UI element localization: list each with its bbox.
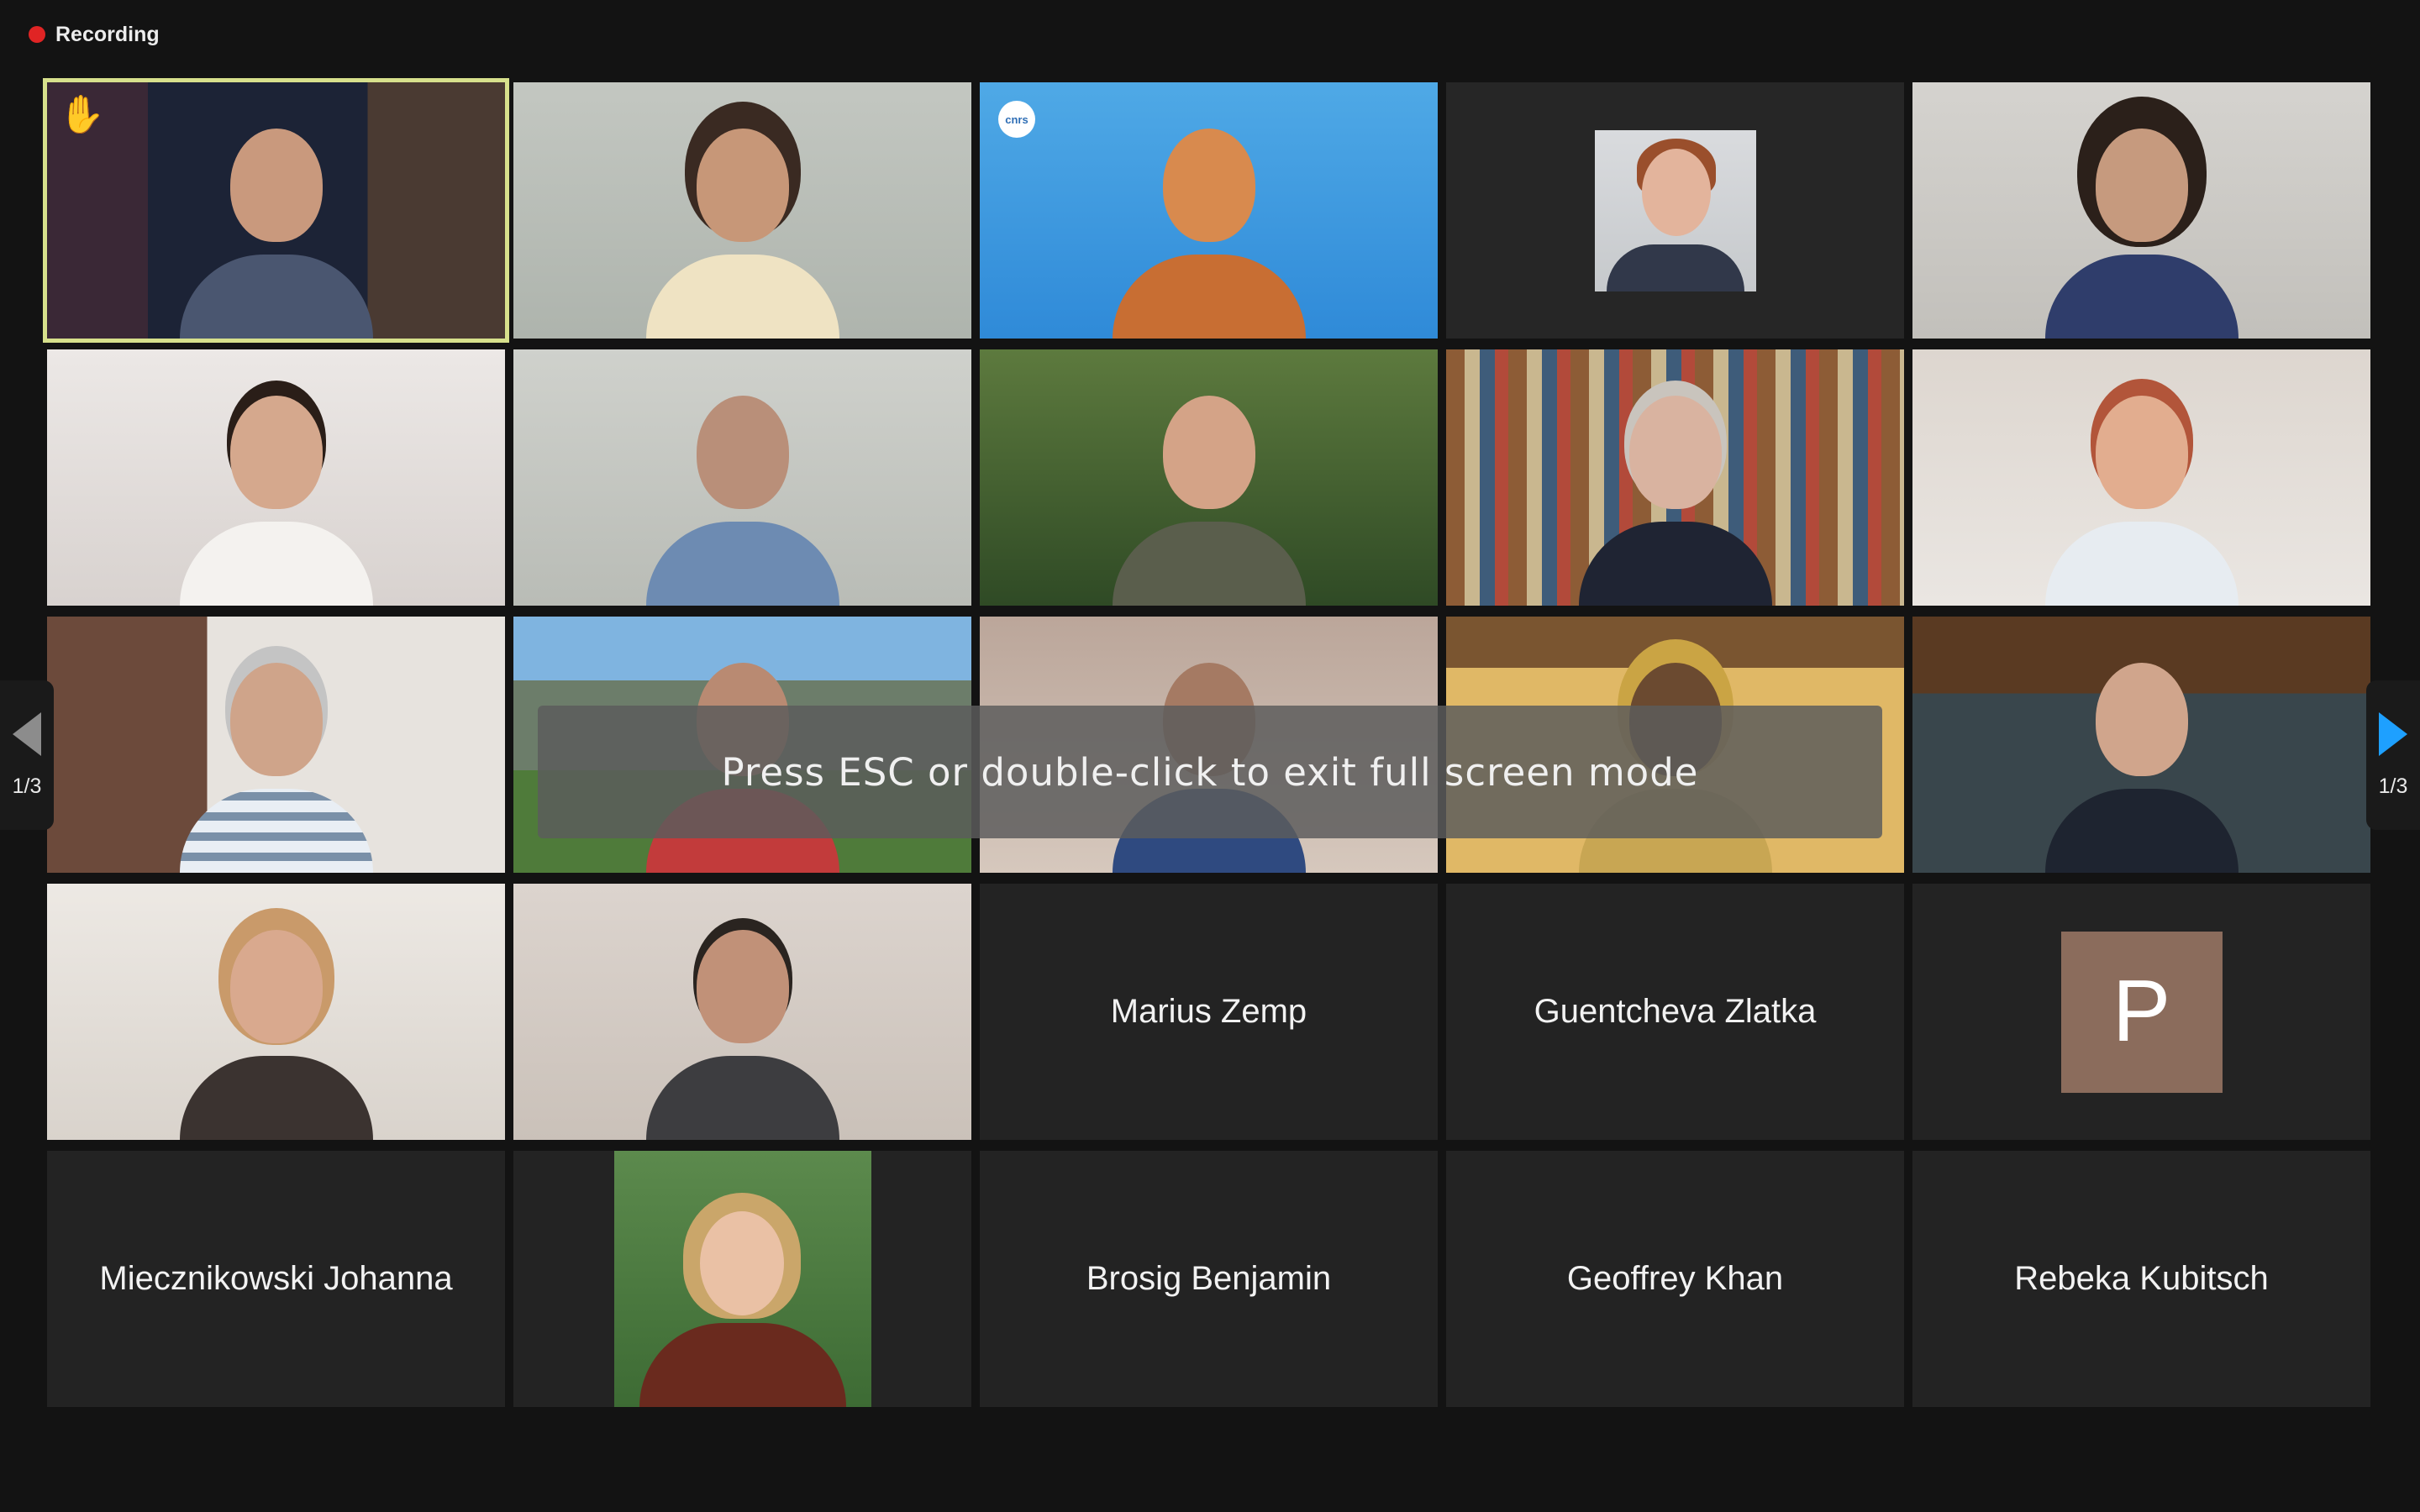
avatar-initial: P	[2112, 963, 2171, 1060]
participant-video-tile[interactable]	[47, 617, 505, 873]
next-page-button[interactable]: 1/3	[2366, 680, 2420, 830]
fullscreen-exit-notice: Press ESC or double-click to exit full s…	[538, 706, 1882, 838]
participant-video	[645, 103, 839, 339]
page-indicator: 1/3	[2378, 774, 2408, 798]
participant-video-tile[interactable]	[1446, 349, 1904, 606]
participant-video	[2044, 370, 2238, 606]
participant-name-tile[interactable]: Brosig Benjamin	[980, 1151, 1438, 1407]
participant-video-tile[interactable]	[980, 349, 1438, 606]
participant-video-tile[interactable]	[47, 349, 505, 606]
chevron-left-icon	[13, 711, 41, 756]
participant-video-tile[interactable]	[1912, 617, 2370, 873]
chevron-right-icon	[2379, 711, 2407, 756]
participant-video	[1112, 103, 1306, 339]
participant-name: Miecznikowski Johanna	[99, 1260, 453, 1297]
recording-indicator[interactable]: Recording	[29, 20, 160, 49]
participant-video	[179, 905, 373, 1140]
participant-video-tile[interactable]: cnrs	[980, 82, 1438, 339]
participant-name-tile[interactable]: Miecznikowski Johanna	[47, 1151, 505, 1407]
participant-video-tile[interactable]	[1912, 82, 2370, 339]
fullscreen-exit-text: Press ESC or double-click to exit full s…	[721, 749, 1699, 795]
participant-name-tile[interactable]: Geoffrey Khan	[1446, 1151, 1904, 1407]
participant-name-tile[interactable]: Marius Zemp	[980, 884, 1438, 1140]
participant-profile-photo	[613, 1151, 871, 1407]
participant-name-tile[interactable]: Rebeka Kubitsch	[1912, 1151, 2370, 1407]
participant-video	[645, 370, 839, 606]
participant-video-tile[interactable]	[47, 884, 505, 1140]
participant-video-tile[interactable]	[1912, 349, 2370, 606]
participant-name: Brosig Benjamin	[1086, 1260, 1332, 1297]
participant-video	[179, 370, 373, 606]
participant-photo-tile[interactable]	[1446, 82, 1904, 339]
participant-profile-photo	[1594, 129, 1756, 291]
cnrs-logo: cnrs	[998, 101, 1035, 138]
participant-name: Guentcheva Zlatka	[1534, 993, 1817, 1030]
participant-name-tile[interactable]: Guentcheva Zlatka	[1446, 884, 1904, 1140]
avatar: P	[2060, 931, 2223, 1093]
participant-name: Rebeka Kubitsch	[2014, 1260, 2269, 1297]
participant-video	[2044, 103, 2238, 339]
participant-video	[2044, 638, 2238, 873]
participant-photo-tile[interactable]	[513, 1151, 971, 1407]
raised-hand-icon: ✋	[59, 94, 105, 135]
page-indicator: 1/3	[12, 774, 42, 798]
record-dot-icon	[29, 26, 45, 43]
participant-video-tile[interactable]: ✋	[47, 82, 505, 339]
participant-avatar-tile[interactable]: P	[1912, 884, 2370, 1140]
participant-video	[179, 638, 373, 873]
participant-video	[1578, 370, 1772, 606]
participant-name: Geoffrey Khan	[1566, 1260, 1784, 1297]
recording-label: Recording	[55, 22, 160, 46]
participant-video-tile[interactable]	[513, 82, 971, 339]
participant-video	[645, 905, 839, 1140]
previous-page-button[interactable]: 1/3	[0, 680, 54, 830]
participant-video	[179, 103, 373, 339]
participant-video-tile[interactable]	[513, 884, 971, 1140]
participant-video	[1112, 370, 1306, 606]
participant-name: Marius Zemp	[1110, 993, 1307, 1030]
participant-video-tile[interactable]	[513, 349, 971, 606]
